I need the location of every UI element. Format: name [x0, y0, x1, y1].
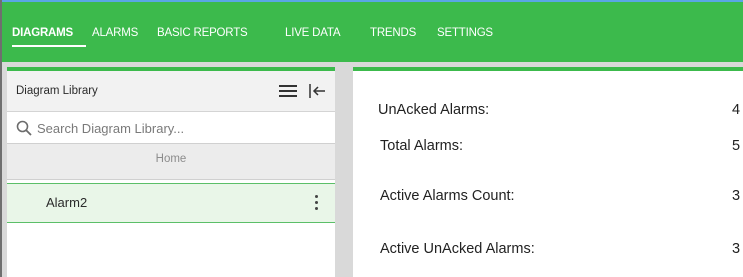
library-search-row: [7, 112, 335, 144]
top-navigation-bar: DIAGRAMS ALARMS BASIC REPORTS LIVE DATA …: [2, 2, 743, 62]
metric-value-total-alarms: 5: [732, 138, 741, 154]
metric-label-active-alarms-count: Active Alarms Count:: [380, 188, 515, 204]
collapse-left-icon[interactable]: [308, 81, 326, 101]
metric-value-active-alarms-count: 3: [732, 188, 741, 204]
nav-tab-trends[interactable]: TRENDS: [370, 27, 416, 39]
nav-tab-live-data[interactable]: LIVE DATA: [285, 27, 340, 39]
search-icon: [16, 120, 32, 136]
active-tab-indicator: [12, 45, 86, 47]
metric-value-active-unacked-alarms: 3: [732, 241, 741, 257]
library-title: Diagram Library: [16, 85, 98, 97]
metric-value-unacked-alarms: 4: [732, 102, 741, 118]
metric-label-active-unacked-alarms: Active UnAcked Alarms:: [380, 241, 535, 257]
nav-tab-basic-reports[interactable]: BASIC REPORTS: [157, 27, 248, 39]
search-input[interactable]: [37, 116, 327, 140]
alarm-summary-panel: UnAcked Alarms: 4 Total Alarms: 5 Active…: [353, 67, 743, 277]
diagram-library-panel: Diagram Library Home Alarm2: [7, 67, 335, 277]
breadcrumb-home[interactable]: Home: [7, 153, 335, 165]
nav-tab-diagrams[interactable]: DIAGRAMS: [12, 27, 73, 39]
library-header: Diagram Library: [7, 71, 335, 112]
kebab-menu-icon[interactable]: [314, 195, 320, 211]
list-item-label: Alarm2: [46, 195, 88, 210]
nav-tab-settings[interactable]: SETTINGS: [437, 27, 493, 39]
nav-tab-alarms[interactable]: ALARMS: [92, 27, 138, 39]
metric-label-total-alarms: Total Alarms:: [380, 138, 463, 154]
hamburger-menu-icon[interactable]: [279, 84, 297, 98]
metric-label-unacked-alarms: UnAcked Alarms:: [378, 102, 490, 118]
breadcrumb: Home: [7, 144, 335, 180]
list-item[interactable]: Alarm2: [7, 183, 335, 223]
